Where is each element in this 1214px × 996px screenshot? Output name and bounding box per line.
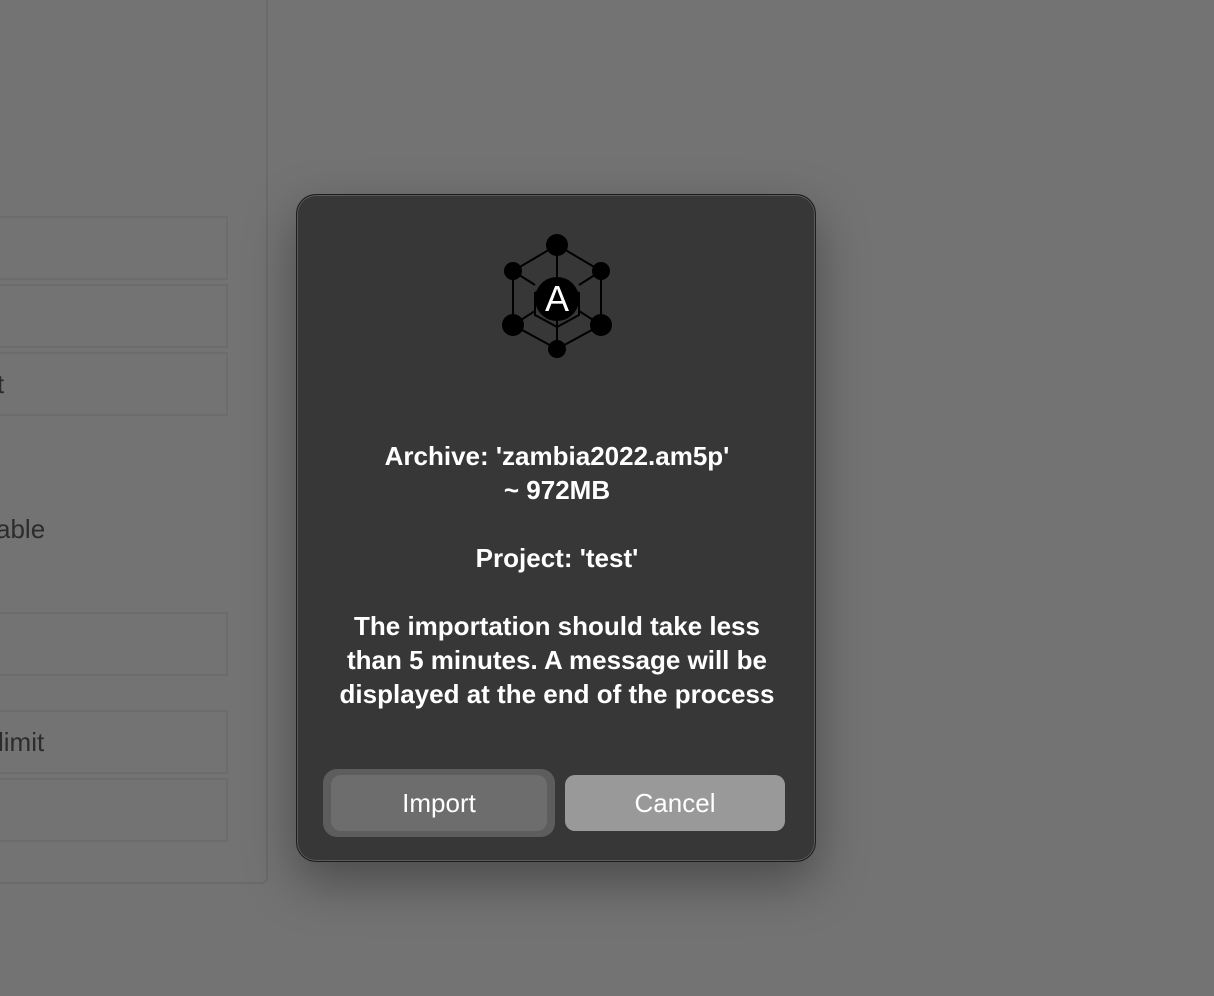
import-dialog: A Archive: 'zambia2022.am5p' ~ 972MB Pro… [296, 194, 816, 862]
import-button-focus-ring: Import [323, 769, 555, 837]
archive-size-text: ~ 972MB [503, 475, 611, 505]
archive-name-text: Archive: 'zambia2022.am5p' [384, 441, 730, 471]
project-name-text: Project: 'test' [475, 543, 639, 573]
background-row [0, 778, 228, 842]
import-message-text: The importation should take less than 5 … [339, 611, 775, 709]
background-row [0, 284, 228, 348]
background-row: ct [0, 352, 228, 416]
app-logo-icon: A [502, 234, 612, 358]
background-row [0, 612, 228, 676]
background-row: limit [0, 710, 228, 774]
background-label: able [0, 514, 46, 544]
import-button[interactable]: Import [331, 775, 547, 831]
app-logo-letter: A [545, 278, 569, 319]
cancel-button[interactable]: Cancel [565, 775, 785, 831]
background-row [0, 216, 228, 280]
